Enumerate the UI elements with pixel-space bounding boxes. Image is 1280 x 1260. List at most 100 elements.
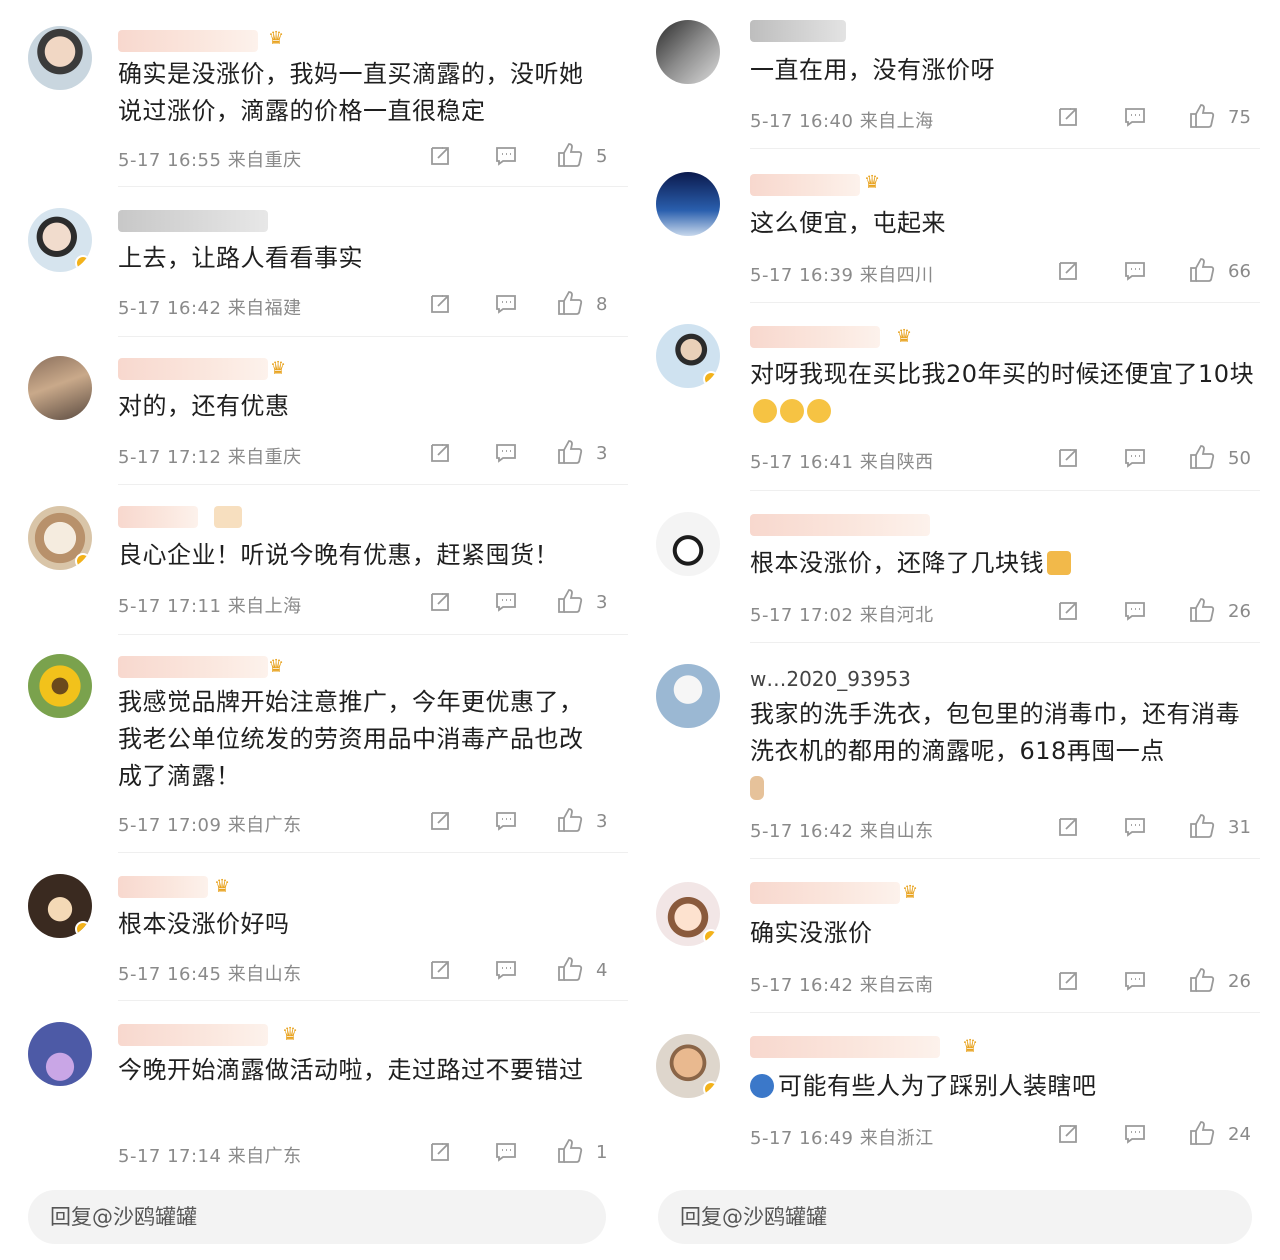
divider: [118, 634, 628, 635]
divider: [118, 852, 628, 853]
comment-icon[interactable]: [494, 292, 518, 316]
comment-time: 5-17 17:12: [118, 447, 222, 468]
comment-icon[interactable]: [494, 441, 518, 465]
avatar[interactable]: [28, 1022, 92, 1086]
like-count: 26: [1228, 971, 1251, 992]
username-blurred[interactable]: [750, 514, 930, 536]
share-icon[interactable]: [1056, 259, 1080, 283]
crown-icon: ♛: [270, 358, 287, 379]
like-count: 5: [596, 146, 608, 167]
avatar[interactable]: [656, 324, 720, 388]
share-icon[interactable]: [428, 441, 452, 465]
comment-location: 来自广东: [227, 815, 302, 836]
share-icon[interactable]: [1056, 599, 1080, 623]
username-blurred[interactable]: [750, 1036, 940, 1058]
share-icon[interactable]: [1056, 969, 1080, 993]
comment-icon[interactable]: [494, 958, 518, 982]
avatar[interactable]: [28, 26, 92, 90]
divider: [750, 490, 1260, 491]
share-icon[interactable]: [1056, 815, 1080, 839]
share-icon[interactable]: [1056, 1122, 1080, 1146]
comment-icon[interactable]: [494, 590, 518, 614]
reply-input[interactable]: 回复@沙鸥罐罐: [658, 1190, 1252, 1244]
comment-meta: 5-17 16:45 来自山东: [118, 960, 302, 986]
avatar[interactable]: [656, 1034, 720, 1098]
verified-badge-icon: [703, 929, 719, 945]
like-count: 4: [596, 960, 608, 981]
username[interactable]: w…2020_93953: [750, 668, 911, 690]
avatar[interactable]: [28, 654, 92, 718]
comment-icon[interactable]: [494, 144, 518, 168]
avatar[interactable]: [28, 208, 92, 272]
share-icon[interactable]: [1056, 446, 1080, 470]
crown-icon: ♛: [282, 1024, 299, 1045]
username-blurred[interactable]: [750, 882, 900, 904]
username-blurred[interactable]: [118, 506, 198, 528]
comment-time: 5-17 16:39: [750, 265, 854, 286]
comment-time: 5-17 17:14: [118, 1146, 222, 1167]
comment-location: 来自山东: [859, 821, 934, 842]
share-icon[interactable]: [428, 590, 452, 614]
divider: [118, 1000, 628, 1001]
divider: [750, 148, 1260, 149]
thumbs-up-icon[interactable]: [1188, 443, 1216, 471]
username-blurred[interactable]: [118, 30, 258, 52]
thumbs-up-icon[interactable]: [556, 289, 584, 317]
comment-time: 5-17 16:40: [750, 111, 854, 132]
share-icon[interactable]: [428, 292, 452, 316]
share-icon[interactable]: [1056, 105, 1080, 129]
username-blurred[interactable]: [750, 20, 846, 42]
username-blurred[interactable]: [118, 656, 268, 678]
comment-icon[interactable]: [1123, 815, 1147, 839]
share-icon[interactable]: [428, 958, 452, 982]
verified-badge-icon: [75, 921, 91, 937]
avatar[interactable]: [656, 512, 720, 576]
thumbs-up-icon[interactable]: [1188, 966, 1216, 994]
username-blurred[interactable]: [118, 876, 208, 898]
thumbs-up-icon[interactable]: [556, 955, 584, 983]
share-icon[interactable]: [428, 144, 452, 168]
reply-input[interactable]: 回复@沙鸥罐罐: [28, 1190, 606, 1244]
username-blurred[interactable]: [118, 1024, 268, 1046]
avatar[interactable]: [28, 506, 92, 570]
comment-meta: 5-17 17:11 来自上海: [118, 592, 302, 618]
thumbs-up-icon[interactable]: [1188, 812, 1216, 840]
thumbs-up-icon[interactable]: [556, 1137, 584, 1165]
comment-meta: 5-17 16:39 来自四川: [750, 261, 934, 287]
username-blurred[interactable]: [750, 326, 880, 348]
comment-text-content: 根本没涨价，还降了几块钱: [750, 549, 1044, 577]
avatar[interactable]: [656, 882, 720, 946]
comment-text: 我家的洗手洗衣，包包里的消毒巾，还有消毒洗衣机的都用的滴露呢，618再囤一点: [750, 696, 1260, 807]
thumbs-up-icon[interactable]: [556, 438, 584, 466]
thumbs-up-icon[interactable]: [556, 806, 584, 834]
hand-emoji-icon: [750, 776, 764, 800]
avatar[interactable]: [656, 20, 720, 84]
comment-location: 来自重庆: [227, 447, 302, 468]
comment-icon[interactable]: [1123, 105, 1147, 129]
comment-icon[interactable]: [1123, 969, 1147, 993]
comment-icon[interactable]: [1123, 259, 1147, 283]
thumbs-up-icon[interactable]: [556, 141, 584, 169]
thumbs-up-icon[interactable]: [1188, 596, 1216, 624]
username-blurred[interactable]: [118, 210, 268, 232]
thumbs-up-icon[interactable]: [1188, 102, 1216, 130]
thumbs-up-icon[interactable]: [1188, 1119, 1216, 1147]
avatar[interactable]: [656, 664, 720, 728]
comment-icon[interactable]: [1123, 1122, 1147, 1146]
thumbs-up-icon[interactable]: [1188, 256, 1216, 284]
share-icon[interactable]: [428, 809, 452, 833]
username-blurred[interactable]: [118, 358, 268, 380]
comment-icon[interactable]: [1123, 446, 1147, 470]
avatar[interactable]: [28, 356, 92, 420]
comment-text: 对的，还有优惠: [118, 392, 290, 420]
thumbs-up-icon[interactable]: [556, 587, 584, 615]
comment-icon[interactable]: [494, 809, 518, 833]
avatar[interactable]: [28, 874, 92, 938]
comment-meta: 5-17 17:02 来自河北: [750, 601, 934, 627]
avatar[interactable]: [656, 172, 720, 236]
share-icon[interactable]: [428, 1140, 452, 1164]
comment-icon[interactable]: [494, 1140, 518, 1164]
comment-icon[interactable]: [1123, 599, 1147, 623]
comment-time: 5-17 16:49: [750, 1128, 854, 1149]
username-blurred[interactable]: [750, 174, 860, 196]
